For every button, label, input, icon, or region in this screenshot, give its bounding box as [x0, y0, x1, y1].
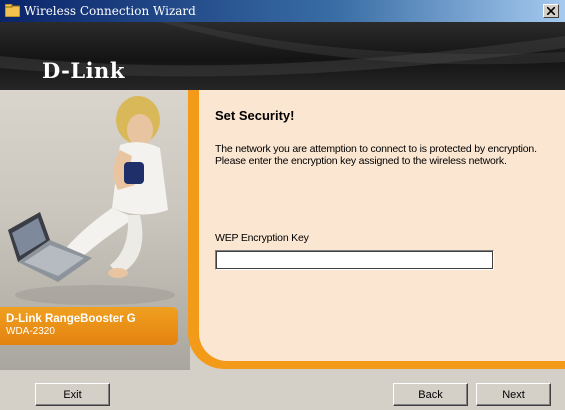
page-title: Set Security! — [215, 108, 295, 123]
wep-key-input[interactable] — [215, 250, 494, 270]
product-model: WDA-2320 — [6, 326, 55, 337]
back-button[interactable]: Back — [393, 383, 468, 406]
window-title: Wireless Connection Wizard — [24, 4, 196, 18]
close-icon — [547, 7, 555, 15]
wep-key-label: WEP Encryption Key — [215, 232, 309, 244]
title-bar: Wireless Connection Wizard — [0, 0, 565, 22]
d-link-logo: D-Link — [42, 58, 125, 83]
wizard-folder-icon — [4, 3, 21, 18]
header-banner: D-Link — [0, 22, 565, 90]
product-name: D-Link RangeBooster G — [6, 313, 136, 325]
close-button[interactable] — [543, 4, 559, 18]
button-bar: Exit Back Next — [0, 370, 565, 410]
exit-button[interactable]: Exit — [35, 383, 110, 406]
content-panel: Set Security! The network you are attemp… — [199, 90, 565, 361]
product-badge: D-Link RangeBooster G WDA-2320 — [0, 307, 178, 345]
instruction-text: The network you are attemption to connec… — [215, 143, 537, 167]
next-button[interactable]: Next — [476, 383, 551, 406]
